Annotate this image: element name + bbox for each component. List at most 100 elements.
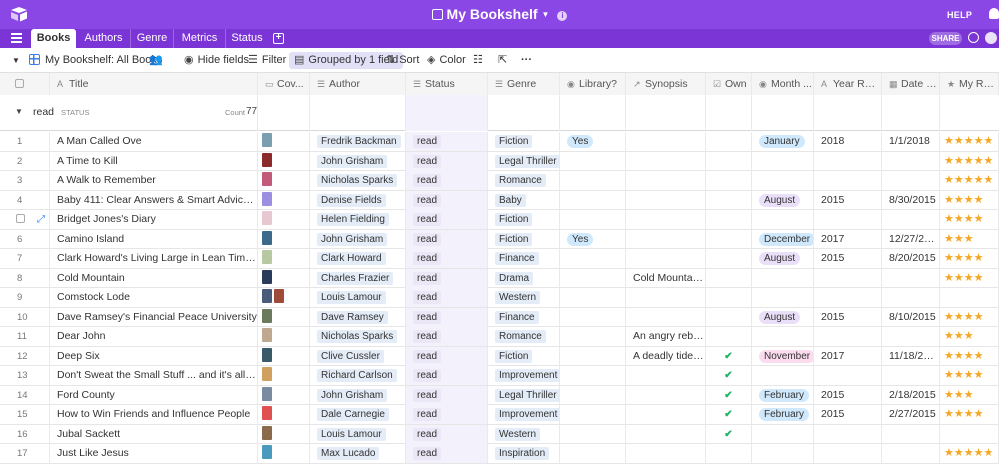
cell-cover[interactable] [258,132,310,151]
cell-cover[interactable] [258,346,310,366]
cell-genre[interactable]: Romance [488,327,560,346]
cell-num[interactable]: ⤢ [0,210,50,229]
expand-record-icon[interactable]: ⤢ [37,214,45,225]
header-genre[interactable]: ☰ Genre [488,73,560,95]
cell-genre[interactable]: Romance [488,171,560,190]
status-link-chip[interactable]: read [413,154,442,168]
cell-cover[interactable] [258,249,310,268]
share-button[interactable]: SHARE [929,32,962,45]
cell-title[interactable]: A Walk to Remember [50,171,258,190]
cell-title[interactable]: Deep Six [50,346,258,366]
cell-status[interactable]: read [406,151,488,171]
genre-link-chip[interactable]: Improvement [495,369,559,382]
cell-cover[interactable] [258,288,310,307]
cell-month[interactable]: January [752,132,814,151]
cell-synopsis[interactable] [626,229,706,249]
cell-status[interactable]: read [406,327,488,346]
genre-link-chip[interactable]: Legal Thriller [495,388,559,402]
cell-rating[interactable]: ★★★★ [940,366,999,385]
tab-metrics[interactable]: Metrics [174,29,226,48]
header-year[interactable]: A Year Read [814,73,882,95]
cell-author[interactable]: Max Lucado [310,444,406,463]
share-view-icon[interactable]: ⇱ [498,48,507,73]
cell-num[interactable]: 4 [0,190,50,210]
cell-year[interactable]: 2015 [814,307,882,327]
cell-year[interactable]: 2015 [814,385,882,405]
cell-genre[interactable]: Fiction [488,346,560,366]
cell-library[interactable] [560,444,626,463]
status-link-chip[interactable]: read [413,330,442,343]
cell-author[interactable]: Nicholas Sparks [310,171,406,190]
cell-genre[interactable]: Improvement [488,405,560,424]
cell-library[interactable] [560,424,626,444]
row-select-checkbox[interactable] [16,214,25,223]
checkmark-icon[interactable]: ✔ [724,409,732,420]
status-link-chip[interactable]: read [413,135,442,148]
author-link-chip[interactable]: John Grisham [317,388,388,402]
author-link-chip[interactable]: Dave Ramsey [317,310,388,324]
star-rating[interactable]: ★★★★ [944,252,983,264]
base-title[interactable]: My Bookshelf ▼ i [0,6,999,22]
info-icon[interactable]: i [557,11,568,21]
hide-fields-button[interactable]: ◉ Hide fields [184,48,249,73]
table-row[interactable]: 11 Dear John Nicholas Sparks read Romance An … [0,327,999,347]
cell-synopsis[interactable] [626,307,706,327]
cell-rating[interactable]: ★★★ [940,385,999,405]
cell-rating[interactable]: ★★★★★ [940,132,999,151]
cell-status[interactable]: read [406,366,488,385]
avatar[interactable] [985,32,997,44]
cell-own[interactable] [706,132,752,151]
cell-author[interactable]: Charles Frazier [310,268,406,288]
cell-genre[interactable]: Finance [488,249,560,268]
cell-month[interactable] [752,171,814,190]
book-cover-thumbnail[interactable] [262,269,272,284]
cell-status[interactable]: read [406,346,488,366]
table-row[interactable]: 16 Jubal Sackett Louis Lamour read Western ✔ [0,424,999,444]
cell-title[interactable]: How to Win Friends and Influence People [50,405,258,424]
select-all-cell[interactable] [0,73,50,95]
cell-own[interactable] [706,327,752,346]
table-row[interactable]: 14 Ford County John Grisham read Legal Thril… [0,385,999,405]
cell-own[interactable] [706,210,752,229]
cell-status[interactable]: read [406,190,488,210]
cell-library[interactable]: Yes [560,132,626,151]
star-rating[interactable]: ★★★★ [944,194,983,206]
star-rating[interactable]: ★★★★★ [944,447,993,459]
row-height-icon[interactable]: ☷ [473,48,483,73]
book-cover-thumbnail[interactable] [262,133,272,147]
cell-library[interactable] [560,151,626,171]
cell-genre[interactable]: Western [488,288,560,307]
cell-rating[interactable]: ★★★ [940,327,999,346]
status-link-chip[interactable]: read [413,310,442,324]
book-cover-thumbnail[interactable] [262,425,272,440]
cell-rating[interactable]: ★★★★★ [940,444,999,463]
cell-own[interactable]: ✔ [706,424,752,444]
cell-date[interactable] [882,288,940,307]
header-synopsis[interactable]: ↗ Synopsis [626,73,706,95]
cell-num[interactable]: 17 [0,444,50,463]
cell-month[interactable] [752,151,814,171]
cell-num[interactable]: 13 [0,366,50,385]
cell-num[interactable]: 1 [0,132,50,151]
cell-synopsis[interactable] [626,190,706,210]
book-cover-thumbnail[interactable] [262,406,272,420]
status-link-chip[interactable]: read [413,427,442,441]
book-cover-thumbnail[interactable] [262,250,272,264]
checkmark-icon[interactable]: ✔ [724,351,732,362]
history-icon[interactable] [968,32,979,43]
cell-cover[interactable] [258,327,310,346]
cell-genre[interactable]: Fiction [488,132,560,151]
star-rating[interactable]: ★★★★ [944,272,983,284]
cell-library[interactable] [560,210,626,229]
cell-synopsis[interactable] [626,210,706,229]
cell-synopsis[interactable] [626,151,706,171]
cell-genre[interactable]: Improvement [488,366,560,385]
status-link-chip[interactable]: read [413,271,442,285]
cell-status[interactable]: read [406,385,488,405]
genre-link-chip[interactable]: Fiction [495,213,533,226]
group-header-read[interactable]: ▼ read STATUS Count 77 [0,95,999,131]
star-rating[interactable]: ★★★★★ [944,155,993,167]
book-cover-thumbnail[interactable] [262,445,272,459]
cell-library[interactable] [560,249,626,268]
cell-library[interactable] [560,171,626,190]
